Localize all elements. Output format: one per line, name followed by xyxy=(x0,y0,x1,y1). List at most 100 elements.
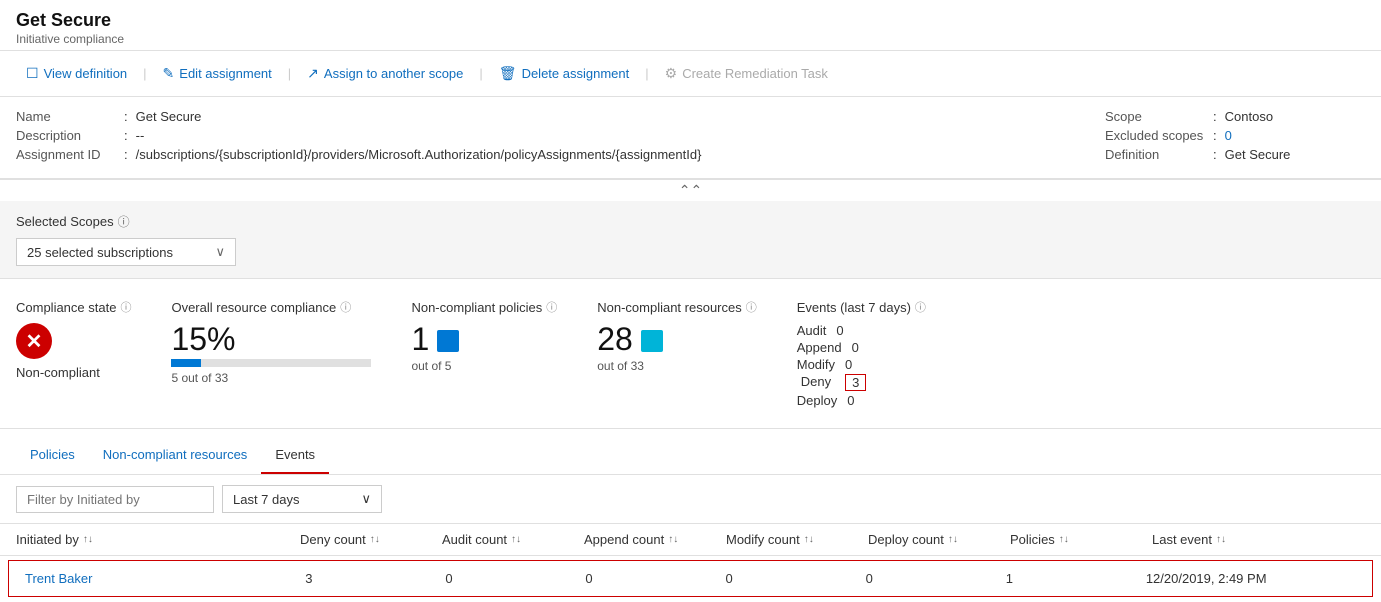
info-row-definition: Definition : Get Secure xyxy=(1105,147,1365,162)
td-audit-count: 0 xyxy=(445,571,585,586)
scopes-label-text: Selected Scopes xyxy=(16,214,114,229)
colon-6: : xyxy=(1213,147,1217,162)
th-initiated-by-sort-icon[interactable]: ↑↓ xyxy=(83,534,93,545)
delete-assignment-label: Delete assignment xyxy=(522,66,630,81)
info-row-scope: Scope : Contoso xyxy=(1105,109,1365,124)
event-append-label: Append xyxy=(797,340,842,355)
th-last-event: Last event ↑↓ xyxy=(1152,532,1365,547)
scopes-dropdown[interactable]: 25 selected subscriptions ∨ xyxy=(16,238,236,266)
info-row-name: Name : Get Secure xyxy=(16,109,1045,124)
description-value: -- xyxy=(136,128,145,143)
edit-assignment-button[interactable]: ✎ Edit assignment xyxy=(153,59,282,88)
overall-compliance-title: Overall resource compliance ⓘ xyxy=(171,299,371,315)
excluded-scopes-label: Excluded scopes xyxy=(1105,128,1205,143)
th-deny-count-sort-icon[interactable]: ↑↓ xyxy=(370,534,380,545)
th-policies-label: Policies xyxy=(1010,532,1055,547)
chevron-down-icon: ∨ xyxy=(215,244,225,260)
toolbar-divider-3: | xyxy=(479,66,482,81)
events-title: Events (last 7 days) ⓘ xyxy=(797,299,1365,315)
th-audit-count-sort-icon[interactable]: ↑↓ xyxy=(511,534,521,545)
th-deploy-count-sort-icon[interactable]: ↑↓ xyxy=(948,534,958,545)
td-deny-count: 3 xyxy=(305,571,445,586)
colon-1: : xyxy=(124,109,128,124)
policy-icon xyxy=(437,330,459,352)
edit-assignment-label: Edit assignment xyxy=(179,66,272,81)
scopes-label: Selected Scopes ⓘ xyxy=(16,213,1365,230)
view-definition-button[interactable]: ☐ View definition xyxy=(16,59,137,88)
scopes-section: Selected Scopes ⓘ 25 selected subscripti… xyxy=(0,201,1381,279)
th-audit-count: Audit count ↑↓ xyxy=(442,532,584,547)
tab-non-compliant-resources[interactable]: Non-compliant resources xyxy=(89,437,262,474)
th-deploy-count-label: Deploy count xyxy=(868,532,944,547)
td-policies: 1 xyxy=(1006,571,1146,586)
assign-scope-label: Assign to another scope xyxy=(324,66,463,81)
th-last-event-label: Last event xyxy=(1152,532,1212,547)
tab-policies[interactable]: Policies xyxy=(16,437,89,474)
event-modify-label: Modify xyxy=(797,357,835,372)
name-label: Name xyxy=(16,109,116,124)
info-section: Name : Get Secure Description : -- Assig… xyxy=(0,97,1381,179)
toolbar-divider-4: | xyxy=(645,66,648,81)
create-remediation-label: Create Remediation Task xyxy=(682,66,828,81)
overall-compliance-info-icon: ⓘ xyxy=(340,299,351,315)
non-compliant-resources-title-text: Non-compliant resources xyxy=(597,300,742,315)
events-info-icon: ⓘ xyxy=(915,299,926,315)
compliance-state-value: Non-compliant xyxy=(16,365,131,380)
non-compliant-policies-title: Non-compliant policies ⓘ xyxy=(411,299,557,315)
non-compliant-policies-title-text: Non-compliant policies xyxy=(411,300,542,315)
toolbar-divider-1: | xyxy=(143,66,146,81)
colon-2: : xyxy=(124,128,128,143)
collapse-icon: ⌃⌃ xyxy=(679,182,702,199)
event-deny-value: 3 xyxy=(845,374,866,391)
colon-5: : xyxy=(1213,128,1217,143)
event-audit-label: Audit xyxy=(797,323,827,338)
compliance-state-icon: ✕ xyxy=(16,323,52,359)
non-compliant-resources-metric: Non-compliant resources ⓘ 28 out of 33 xyxy=(597,299,757,408)
excluded-scopes-value[interactable]: 0 xyxy=(1225,128,1232,143)
assign-scope-button[interactable]: ↗ Assign to another scope xyxy=(297,59,473,88)
tab-events[interactable]: Events xyxy=(261,437,329,474)
non-compliant-resources-value: 28 xyxy=(597,323,633,355)
table-row: Trent Baker 3 0 0 0 0 1 12/20/2019, 2:49… xyxy=(8,560,1373,597)
overall-compliance-value: 15% xyxy=(171,323,371,355)
event-deny-row: Deny 3 xyxy=(797,374,1365,391)
non-compliant-resources-sub: out of 33 xyxy=(597,359,757,373)
event-append-value: 0 xyxy=(852,340,859,355)
create-remediation-button[interactable]: ⚙ Create Remediation Task xyxy=(655,59,838,88)
page-header: Get Secure Initiative compliance xyxy=(0,0,1381,51)
td-last-event: 12/20/2019, 2:49 PM xyxy=(1146,571,1356,586)
th-policies-sort-icon[interactable]: ↑↓ xyxy=(1059,534,1069,545)
non-compliant-resources-title: Non-compliant resources ⓘ xyxy=(597,299,757,315)
name-value: Get Secure xyxy=(136,109,202,124)
th-append-count-sort-icon[interactable]: ↑↓ xyxy=(668,534,678,545)
non-compliant-policies-info-icon: ⓘ xyxy=(546,299,557,315)
delete-icon: 🗑 xyxy=(499,65,517,82)
non-compliant-policies-metric: Non-compliant policies ⓘ 1 out of 5 xyxy=(411,299,557,408)
event-deploy-value: 0 xyxy=(847,393,854,408)
remediation-icon: ⚙ xyxy=(665,65,678,82)
event-append-row: Append 0 xyxy=(797,340,1365,355)
table-header: Initiated by ↑↓ Deny count ↑↓ Audit coun… xyxy=(0,524,1381,556)
non-compliant-resources-info-icon: ⓘ xyxy=(746,299,757,315)
collapse-button[interactable]: ⌃⌃ xyxy=(0,179,1381,201)
toolbar-divider-2: | xyxy=(288,66,291,81)
compliance-state-info-icon: ⓘ xyxy=(120,299,131,315)
th-modify-count-sort-icon[interactable]: ↑↓ xyxy=(804,534,814,545)
scopes-info-icon: ⓘ xyxy=(118,213,130,230)
scope-value: Contoso xyxy=(1225,109,1273,124)
compliance-state-metric: Compliance state ⓘ ✕ Non-compliant xyxy=(16,299,131,408)
delete-assignment-button[interactable]: 🗑 Delete assignment xyxy=(489,59,639,88)
filter-initiated-by-input[interactable] xyxy=(16,486,214,513)
events-metric: Events (last 7 days) ⓘ Audit 0 Append 0 … xyxy=(797,299,1365,408)
td-initiated-by[interactable]: Trent Baker xyxy=(25,571,305,586)
th-deploy-count: Deploy count ↑↓ xyxy=(868,532,1010,547)
th-policies: Policies ↑↓ xyxy=(1010,532,1152,547)
td-modify-count: 0 xyxy=(726,571,866,586)
filter-period-dropdown[interactable]: Last 7 days ∨ xyxy=(222,485,382,513)
event-modify-value: 0 xyxy=(845,357,852,372)
compliance-state-title: Compliance state ⓘ xyxy=(16,299,131,315)
edit-icon: ✎ xyxy=(163,65,175,82)
th-last-event-sort-icon[interactable]: ↑↓ xyxy=(1216,534,1226,545)
non-compliant-resources-value-row: 28 xyxy=(597,323,757,355)
scope-label: Scope xyxy=(1105,109,1205,124)
